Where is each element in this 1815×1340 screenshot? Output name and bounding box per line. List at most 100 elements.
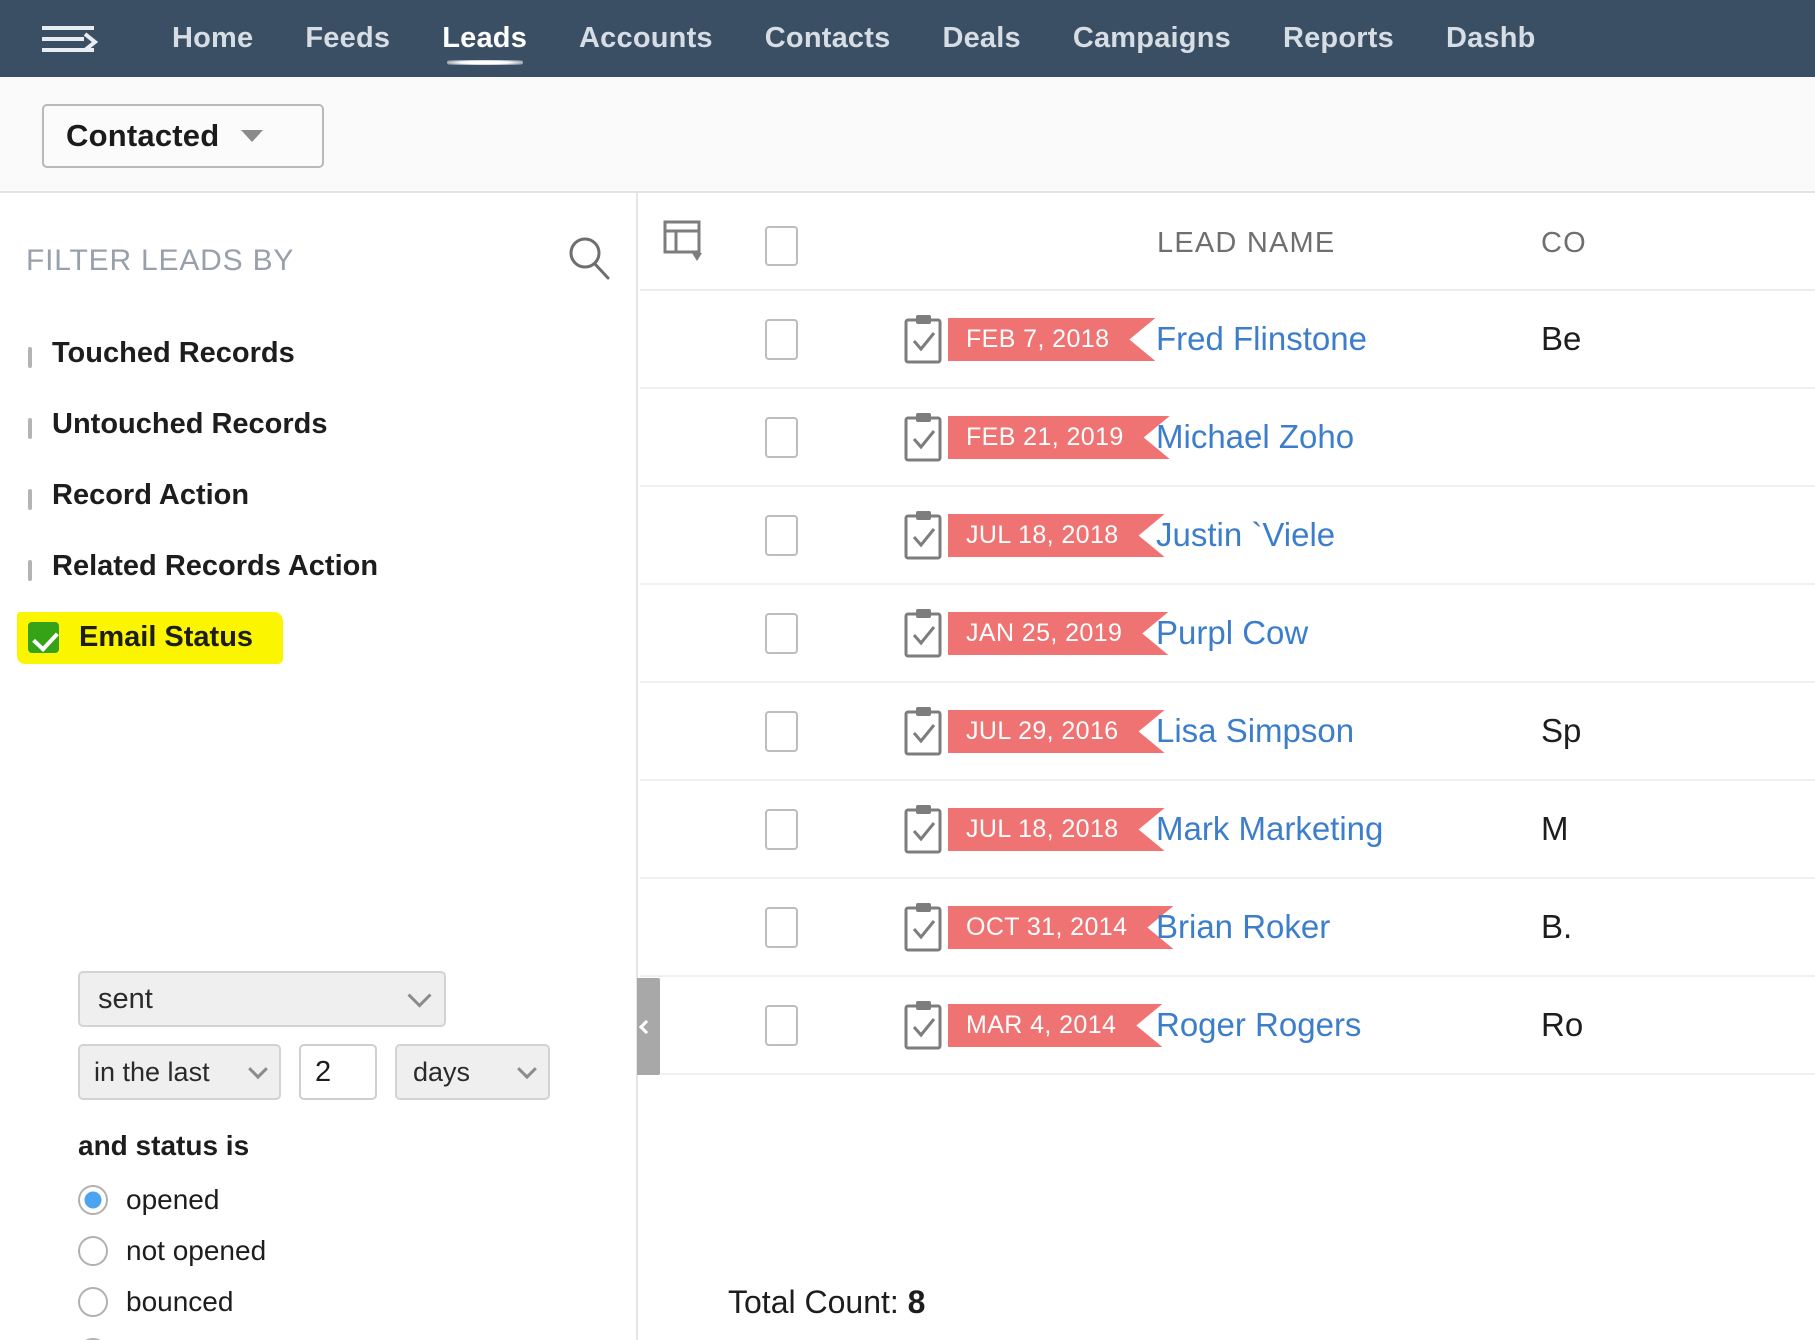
- table-row[interactable]: FEB 7, 2018Fred FlinstoneBe: [640, 291, 1815, 389]
- table-row[interactable]: FEB 21, 2019Michael Zoho: [640, 389, 1815, 487]
- checkbox-touched-records[interactable]: [28, 347, 32, 368]
- chevron-down-icon: [241, 130, 263, 142]
- email-unit-value: days: [413, 1057, 470, 1088]
- nav-item-list: HomeFeedsLeadsAccountsContactsDealsCampa…: [146, 0, 1562, 77]
- date-tag: JUL 18, 2018: [948, 808, 1165, 851]
- table-row[interactable]: MAR 4, 2014Roger RogersRo: [640, 977, 1815, 1075]
- filter-item: Related Records Action: [28, 550, 378, 583]
- row-select-checkbox[interactable]: [765, 515, 798, 556]
- email-range-select[interactable]: in the last: [78, 1044, 281, 1100]
- row-select-checkbox[interactable]: [765, 417, 798, 458]
- filter-panel-title: FILTER LEADS BY: [26, 244, 294, 278]
- nav-item-contacts[interactable]: Contacts: [739, 0, 917, 77]
- lead-name-link[interactable]: Fred Flinstone: [1156, 320, 1367, 358]
- email-range-number-input[interactable]: [299, 1044, 377, 1100]
- status-radio-not-opened[interactable]: not opened: [78, 1225, 618, 1276]
- nav-item-campaigns[interactable]: Campaigns: [1047, 0, 1257, 77]
- company-cell: B.: [1541, 908, 1572, 946]
- email-event-value: sent: [98, 983, 153, 1016]
- table-header-row: LEAD NAME CO: [640, 193, 1815, 291]
- lead-name-link[interactable]: Roger Rogers: [1156, 1006, 1361, 1044]
- column-layout-icon[interactable]: [662, 219, 708, 270]
- nav-item-dashb[interactable]: Dashb: [1420, 0, 1562, 77]
- status-radio-label: bounced: [126, 1286, 233, 1318]
- nav-item-accounts[interactable]: Accounts: [553, 0, 739, 77]
- table-row[interactable]: JUL 18, 2018Mark Marketing M: [640, 781, 1815, 879]
- table-row[interactable]: JUL 18, 2018Justin `Viele: [640, 487, 1815, 585]
- checkbox-related-records-action[interactable]: [28, 560, 32, 581]
- company-cell: Be: [1541, 320, 1581, 358]
- search-icon[interactable]: [566, 235, 612, 286]
- row-select-checkbox[interactable]: [765, 711, 798, 752]
- panel-collapse-handle[interactable]: [637, 978, 660, 1075]
- filter-item: Untouched Records: [28, 408, 328, 441]
- status-radio-label: opened and not replied: [126, 1337, 412, 1340]
- nav-item-feeds[interactable]: Feeds: [279, 0, 416, 77]
- company-cell: Sp: [1541, 712, 1581, 750]
- lead-name-link[interactable]: Purpl Cow: [1156, 614, 1308, 652]
- task-clipboard-icon: [902, 509, 946, 566]
- email-range-row: in the last days: [78, 1044, 618, 1100]
- status-radio-opened-and-not-replied[interactable]: opened and not replied: [78, 1327, 618, 1340]
- lead-name-link[interactable]: Michael Zoho: [1156, 418, 1354, 456]
- chevron-left-icon: [639, 1019, 653, 1033]
- highlighted-filter-item: Email Status: [28, 621, 253, 654]
- date-tag: OCT 31, 2014: [948, 906, 1173, 949]
- column-header-company[interactable]: CO: [1541, 227, 1587, 260]
- table-row[interactable]: JUL 29, 2016Lisa SimpsonSp: [640, 683, 1815, 781]
- radio-button[interactable]: [78, 1236, 108, 1266]
- filter-checkbox-list: Touched Records Untouched Records Record A…: [28, 318, 628, 673]
- chevron-down-icon: [248, 1059, 268, 1079]
- filter-checkbox-row-related-records-action[interactable]: Related Records Action: [28, 531, 628, 602]
- row-select-checkbox[interactable]: [765, 907, 798, 948]
- task-clipboard-icon: [902, 705, 946, 762]
- email-unit-select[interactable]: days: [395, 1044, 550, 1100]
- date-tag: JUL 18, 2018: [948, 514, 1165, 557]
- nav-item-leads[interactable]: Leads: [416, 0, 553, 77]
- nav-item-reports[interactable]: Reports: [1257, 0, 1420, 77]
- nav-item-home[interactable]: Home: [146, 0, 279, 77]
- radio-button[interactable]: [78, 1287, 108, 1317]
- status-radio-label: not opened: [126, 1235, 266, 1267]
- lead-name-link[interactable]: Brian Roker: [1156, 908, 1330, 946]
- select-all-checkbox[interactable]: [765, 226, 798, 266]
- row-select-checkbox[interactable]: [765, 1005, 798, 1046]
- hamburger-menu-icon[interactable]: [42, 19, 104, 59]
- row-select-checkbox[interactable]: [765, 613, 798, 654]
- company-cell: Ro: [1541, 1006, 1583, 1044]
- company-cell: M: [1541, 810, 1569, 848]
- total-count-label: Total Count:: [728, 1284, 899, 1320]
- lead-name-link[interactable]: Mark Marketing: [1156, 810, 1383, 848]
- checkbox-email-status[interactable]: [28, 622, 59, 653]
- email-event-select[interactable]: sent: [78, 971, 446, 1027]
- date-tag: JAN 25, 2019: [948, 612, 1168, 655]
- status-radio-label: opened: [126, 1184, 219, 1216]
- table-row[interactable]: JAN 25, 2019Purpl Cow: [640, 585, 1815, 683]
- status-radio-opened[interactable]: opened: [78, 1174, 618, 1225]
- filter-checkbox-row-email-status[interactable]: Email Status: [28, 602, 628, 673]
- status-radio-bounced[interactable]: bounced: [78, 1276, 618, 1327]
- row-select-checkbox[interactable]: [765, 809, 798, 850]
- table-row[interactable]: OCT 31, 2014Brian Roker B.: [640, 879, 1815, 977]
- top-navigation-bar: HomeFeedsLeadsAccountsContactsDealsCampa…: [0, 0, 1815, 77]
- task-clipboard-icon: [902, 607, 946, 664]
- task-clipboard-icon: [902, 999, 946, 1056]
- filter-checkbox-label: Touched Records: [52, 337, 295, 369]
- row-select-checkbox[interactable]: [765, 319, 798, 360]
- filter-checkbox-row-touched-records[interactable]: Touched Records: [28, 318, 628, 389]
- filter-checkbox-row-untouched-records[interactable]: Untouched Records: [28, 389, 628, 460]
- filter-panel-header: FILTER LEADS BY: [26, 235, 612, 286]
- checkbox-record-action[interactable]: [28, 489, 32, 510]
- checkbox-untouched-records[interactable]: [28, 418, 32, 439]
- lead-name-link[interactable]: Justin `Viele: [1156, 516, 1335, 554]
- nav-item-deals[interactable]: Deals: [916, 0, 1046, 77]
- filter-checkbox-label: Record Action: [52, 479, 249, 511]
- total-count-value: 8: [908, 1284, 926, 1320]
- column-header-lead-name[interactable]: LEAD NAME: [1157, 227, 1335, 260]
- lead-name-link[interactable]: Lisa Simpson: [1156, 712, 1354, 750]
- view-toolbar: Contacted: [0, 77, 1815, 193]
- filter-checkbox-row-record-action[interactable]: Record Action: [28, 460, 628, 531]
- task-clipboard-icon: [902, 411, 946, 468]
- view-selector-button[interactable]: Contacted: [42, 104, 324, 168]
- radio-button[interactable]: [78, 1185, 108, 1215]
